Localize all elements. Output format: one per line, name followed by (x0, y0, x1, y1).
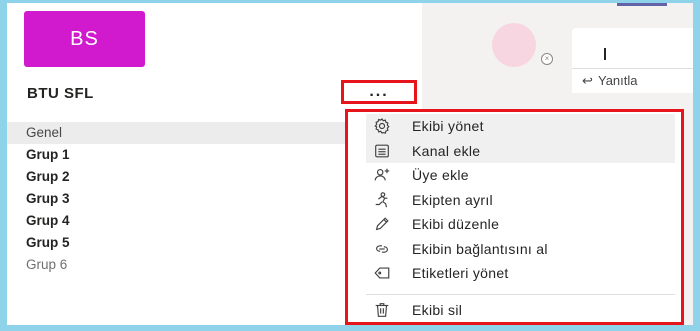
gear-icon (372, 116, 392, 136)
leave-icon (372, 190, 392, 210)
team-name[interactable]: BTU SFL (27, 85, 94, 102)
user-avatar[interactable] (492, 23, 536, 67)
active-tab-indicator (617, 3, 667, 6)
reply-button[interactable]: ↩ Yanıtla (572, 68, 693, 93)
menu-item-label: Ekibi yönet (412, 118, 484, 135)
close-icon[interactable]: × (541, 53, 553, 65)
menu-item-label: Etiketleri yönet (412, 265, 509, 282)
menu-item-label: Üye ekle (412, 167, 469, 184)
menu-item-delete-team[interactable]: Ekibi sil (366, 298, 675, 323)
channel-list-icon (372, 141, 392, 161)
reply-label: Yanıtla (598, 73, 638, 88)
menu-item-label: Ekibi düzenle (412, 216, 500, 233)
message-card: ↩ Yanıtla (572, 28, 693, 93)
menu-item-leave-team[interactable]: Ekipten ayrıl (366, 188, 675, 213)
team-options-menu: Ekibi yönet Kanal ekle Üye ekle Ekipten … (345, 109, 684, 325)
pencil-icon (372, 214, 392, 234)
menu-item-get-link[interactable]: Ekibin bağlantısını al (366, 237, 675, 262)
menu-divider (366, 293, 675, 295)
trash-icon (372, 300, 392, 320)
tag-icon (372, 263, 392, 283)
menu-item-manage-team[interactable]: Ekibi yönet (366, 114, 675, 139)
menu-item-label: Ekibi sil (412, 301, 463, 318)
menu-item-label: Ekibin bağlantısını al (412, 240, 548, 257)
more-options-button[interactable]: ... (341, 80, 417, 104)
app-frame: BS BTU SFL ... Genel Grup 1 Grup 2 Grup … (7, 3, 693, 325)
menu-item-add-member[interactable]: Üye ekle (366, 163, 675, 188)
team-avatar-initials: BS (70, 27, 99, 50)
menu-item-manage-tags[interactable]: Etiketleri yönet (366, 261, 675, 286)
menu-item-label: Ekipten ayrıl (412, 191, 493, 208)
reply-arrow-icon: ↩ (582, 73, 593, 88)
text-cursor (604, 48, 606, 60)
menu-item-add-channel[interactable]: Kanal ekle (366, 138, 675, 163)
menu-item-edit-team[interactable]: Ekibi düzenle (366, 212, 675, 237)
link-icon (372, 239, 392, 259)
menu-item-label: Kanal ekle (412, 142, 481, 159)
add-member-icon (372, 165, 392, 185)
team-avatar[interactable]: BS (24, 11, 145, 67)
channel-item-genel[interactable]: Genel (7, 122, 347, 144)
more-options-icon: ... (369, 83, 389, 100)
